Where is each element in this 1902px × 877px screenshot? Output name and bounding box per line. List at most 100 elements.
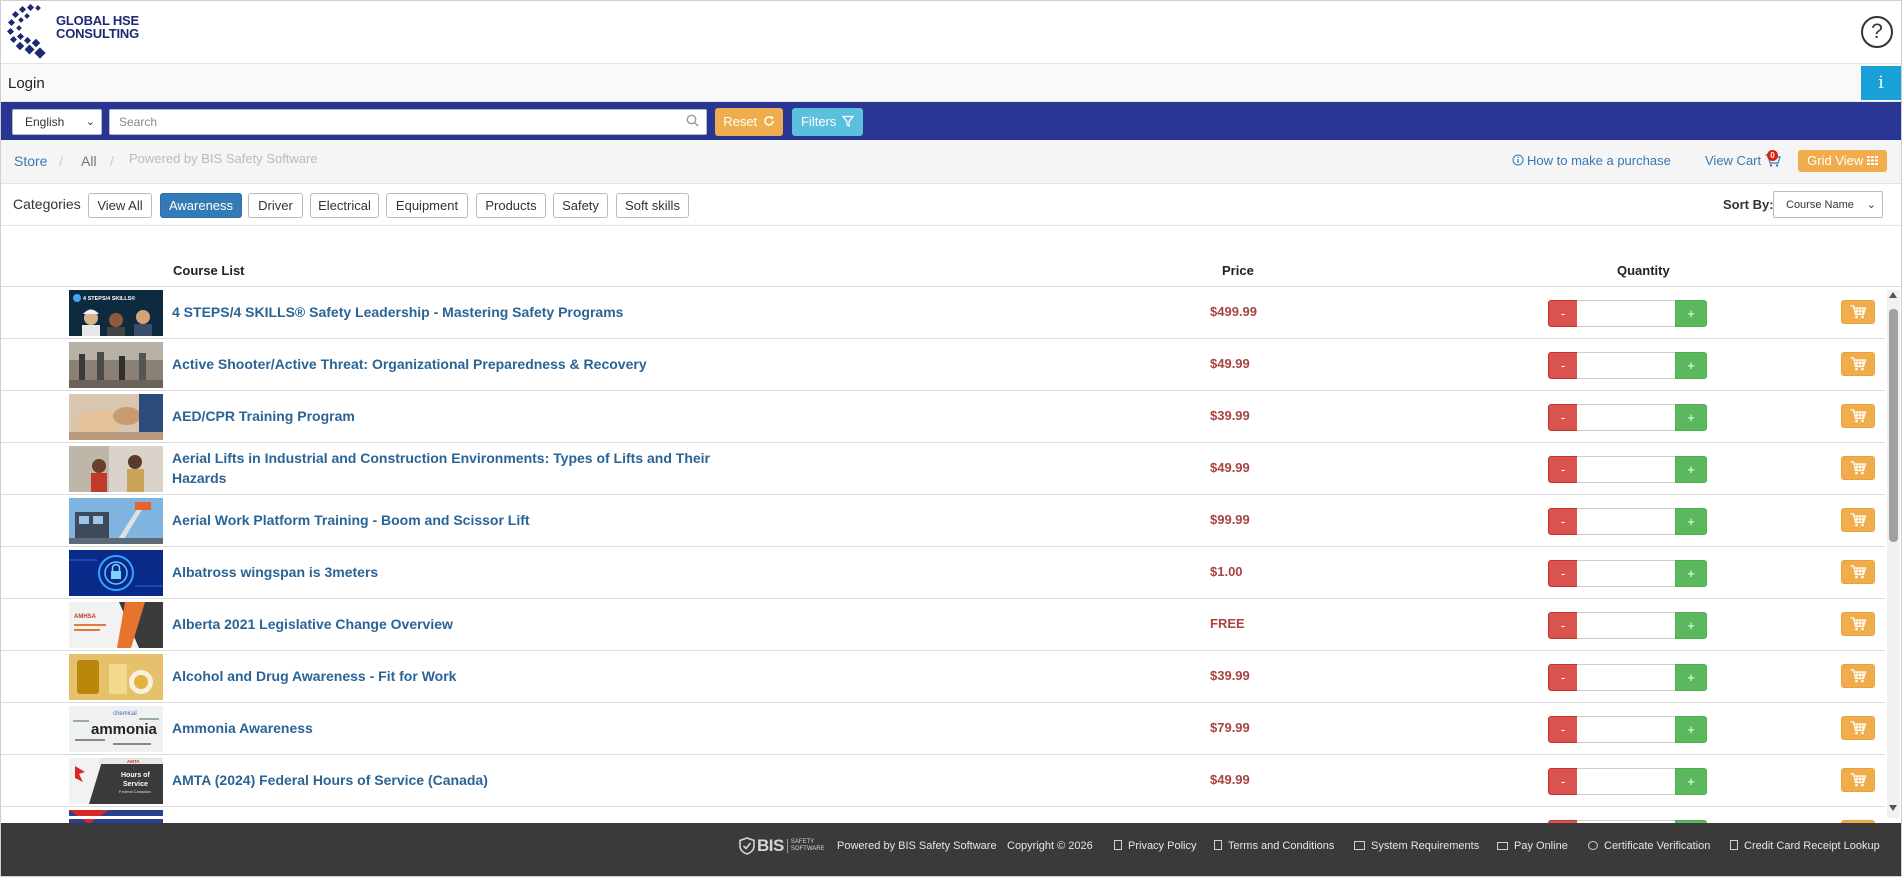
reset-button[interactable]: Reset <box>715 108 783 136</box>
increase-quantity-button[interactable]: + <box>1675 404 1707 431</box>
quantity-input[interactable] <box>1577 352 1676 379</box>
add-to-cart-button[interactable] <box>1841 300 1875 324</box>
course-thumbnail[interactable]: chemical ammonia <box>69 706 163 752</box>
bis-logo-subtitle: SAFETY SOFTWARE <box>786 839 825 853</box>
course-thumbnail[interactable] <box>69 446 163 492</box>
info-button[interactable]: i <box>1861 66 1901 100</box>
course-title-link[interactable]: Alcohol and Drug Awareness - Fit for Wor… <box>172 666 732 686</box>
course-title-link[interactable]: AED/CPR Training Program <box>172 406 732 426</box>
add-to-cart-button[interactable] <box>1841 664 1875 688</box>
quantity-input[interactable] <box>1577 508 1676 535</box>
category-electrical[interactable]: Electrical <box>310 193 379 218</box>
help-button[interactable]: ? <box>1861 16 1893 48</box>
add-to-cart-button[interactable] <box>1841 456 1875 480</box>
bis-sub-line-2: SOFTWARE <box>790 846 825 852</box>
increase-quantity-button[interactable]: + <box>1675 352 1707 379</box>
footer-requirements-link[interactable]: System Requirements <box>1354 840 1479 852</box>
course-row: AMHSA Alberta 2021 Legislative Change Ov… <box>1 599 1885 651</box>
category-awareness[interactable]: Awareness <box>160 193 242 218</box>
decrease-quantity-button[interactable]: - <box>1548 456 1578 483</box>
scroll-up-arrow-icon[interactable] <box>1889 292 1897 298</box>
filters-button[interactable]: Filters <box>792 108 863 136</box>
footer-privacy-link[interactable]: Privacy Policy <box>1114 840 1196 852</box>
how-to-purchase-link[interactable]: How to make a purchase <box>1512 153 1671 168</box>
quantity-input[interactable] <box>1577 716 1676 743</box>
decrease-quantity-button[interactable]: - <box>1548 560 1578 587</box>
quantity-input[interactable] <box>1577 560 1676 587</box>
category-equipment[interactable]: Equipment <box>386 193 468 218</box>
scrollbar-thumb[interactable] <box>1889 309 1898 542</box>
course-thumbnail[interactable] <box>69 342 163 388</box>
breadcrumb-store[interactable]: Store <box>14 153 47 169</box>
increase-quantity-button[interactable]: + <box>1675 456 1707 483</box>
bis-logo[interactable]: BIS SAFETY SOFTWARE <box>739 836 825 856</box>
increase-quantity-button[interactable]: + <box>1675 560 1707 587</box>
increase-quantity-button[interactable]: + <box>1675 716 1707 743</box>
quantity-input[interactable] <box>1577 612 1676 639</box>
grid-view-button[interactable]: Grid View <box>1798 150 1887 172</box>
course-price: $49.99 <box>1210 356 1250 371</box>
add-to-cart-button[interactable] <box>1841 508 1875 532</box>
course-thumbnail[interactable] <box>69 550 163 596</box>
course-thumbnail[interactable] <box>69 394 163 440</box>
scroll-down-arrow-icon[interactable] <box>1889 805 1897 811</box>
course-thumbnail[interactable]: AMHSA <box>69 602 163 648</box>
decrease-quantity-button[interactable]: - <box>1548 352 1578 379</box>
breadcrumb-all[interactable]: All <box>81 153 97 169</box>
course-thumbnail[interactable]: 4 STEPS/4 SKILLS® <box>69 290 163 336</box>
course-title-link[interactable]: Aerial Lifts in Industrial and Construct… <box>172 448 732 488</box>
company-logo[interactable]: GLOBAL HSE CONSULTING <box>7 4 139 60</box>
category-safety[interactable]: Safety <box>553 193 608 218</box>
course-title-link[interactable]: Ammonia Awareness <box>172 718 732 738</box>
quantity-input[interactable] <box>1577 456 1676 483</box>
add-to-cart-button[interactable] <box>1841 560 1875 584</box>
decrease-quantity-button[interactable]: - <box>1548 716 1578 743</box>
category-products[interactable]: Products <box>476 193 546 218</box>
decrease-quantity-button[interactable]: - <box>1548 404 1578 431</box>
decrease-quantity-button[interactable]: - <box>1548 768 1578 795</box>
course-thumbnail[interactable] <box>69 654 163 700</box>
increase-quantity-button[interactable]: + <box>1675 508 1707 535</box>
language-select[interactable]: English ⌄ <box>12 109 102 135</box>
category-driver[interactable]: Driver <box>248 193 303 218</box>
course-title-link[interactable]: AMTA (2024) Federal Hours of Service (Ca… <box>172 770 732 790</box>
decrease-quantity-button[interactable]: - <box>1548 300 1578 327</box>
search-input[interactable]: Search <box>109 109 707 135</box>
footer-pay-online-link[interactable]: Pay Online <box>1497 840 1568 852</box>
course-thumbnail[interactable]: AMTA Hours of Service Federal Canadian <box>69 758 163 804</box>
increase-quantity-button[interactable]: + <box>1675 612 1707 639</box>
course-title-link[interactable]: Albatross wingspan is 3meters <box>172 562 732 582</box>
add-to-cart-button[interactable] <box>1841 716 1875 740</box>
decrease-quantity-button[interactable]: - <box>1548 664 1578 691</box>
sort-select[interactable]: Course Name ⌄ <box>1773 191 1883 218</box>
thumb-hours-line-2: Service <box>123 781 148 788</box>
increase-quantity-button[interactable]: + <box>1675 768 1707 795</box>
footer-terms-link[interactable]: Terms and Conditions <box>1214 840 1334 852</box>
decrease-quantity-button[interactable]: - <box>1548 508 1578 535</box>
quantity-input[interactable] <box>1577 768 1676 795</box>
quantity-input[interactable] <box>1577 404 1676 431</box>
course-title-link[interactable]: Alberta 2021 Legislative Change Overview <box>172 614 732 634</box>
increase-quantity-button[interactable]: + <box>1675 300 1707 327</box>
course-title-link[interactable]: Aerial Work Platform Training - Boom and… <box>172 510 732 530</box>
course-thumbnail[interactable] <box>69 498 163 544</box>
login-link[interactable]: Login <box>8 75 45 92</box>
add-to-cart-button[interactable] <box>1841 352 1875 376</box>
add-to-cart-button[interactable] <box>1841 612 1875 636</box>
footer-certificate-link[interactable]: Certificate Verification <box>1588 840 1710 852</box>
footer-receipt-link[interactable]: Credit Card Receipt Lookup <box>1730 840 1880 852</box>
quantity-input[interactable] <box>1577 300 1676 327</box>
quantity-input[interactable] <box>1577 664 1676 691</box>
decrease-quantity-button[interactable]: - <box>1548 612 1578 639</box>
search-icon[interactable] <box>686 114 699 127</box>
course-title-link[interactable]: Active Shooter/Active Threat: Organizati… <box>172 354 732 374</box>
category-soft-skills[interactable]: Soft skills <box>616 193 689 218</box>
category-view-all[interactable]: View All <box>88 193 152 218</box>
course-row: Albatross wingspan is 3meters $1.00 - + <box>1 547 1885 599</box>
add-to-cart-button[interactable] <box>1841 404 1875 428</box>
add-to-cart-button[interactable] <box>1841 768 1875 792</box>
credit-card-icon <box>1497 842 1508 850</box>
increase-quantity-button[interactable]: + <box>1675 664 1707 691</box>
course-title-link[interactable]: 4 STEPS/4 SKILLS® Safety Leadership - Ma… <box>172 302 732 322</box>
course-thumbnail[interactable] <box>69 810 163 823</box>
